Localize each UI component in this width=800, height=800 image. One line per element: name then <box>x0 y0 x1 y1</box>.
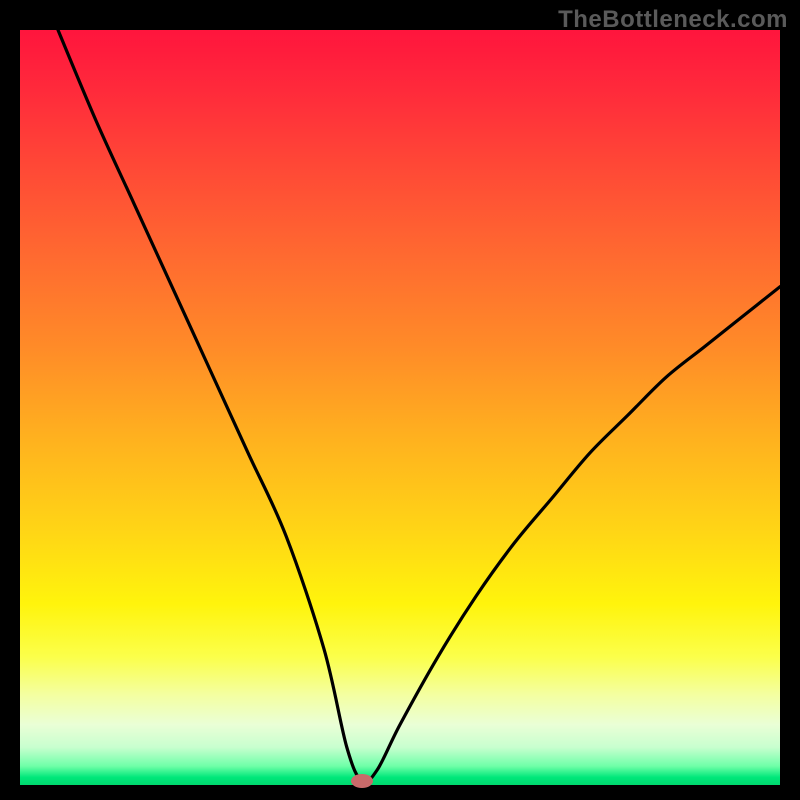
chart-container: TheBottleneck.com <box>0 0 800 800</box>
plot-area <box>20 30 780 785</box>
gradient-background <box>20 30 780 785</box>
min-point-marker <box>351 774 373 788</box>
